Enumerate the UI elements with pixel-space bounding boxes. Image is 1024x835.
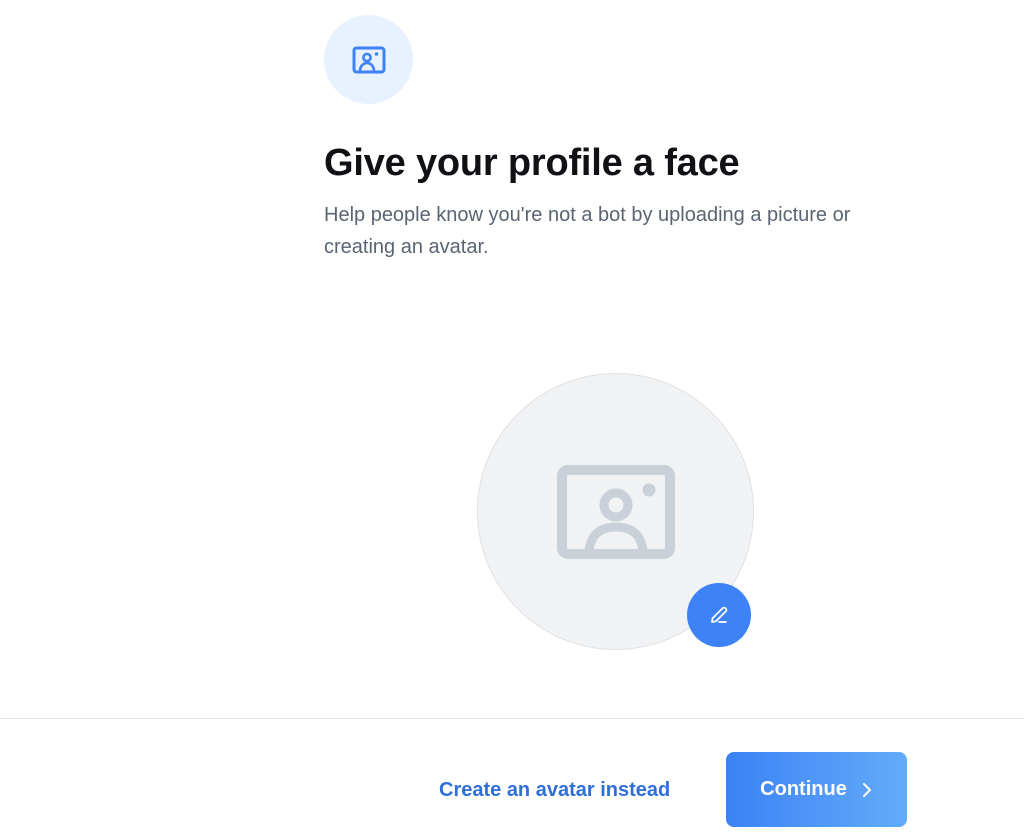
- image-portrait-icon: [556, 464, 675, 559]
- create-avatar-button[interactable]: Create an avatar instead: [439, 775, 670, 805]
- continue-button-label: Continue: [760, 778, 847, 800]
- footer-divider: [0, 718, 1024, 719]
- page-title: Give your profile a face: [324, 142, 740, 184]
- edit-avatar-button[interactable]: [687, 583, 751, 647]
- pencil-icon: [708, 604, 730, 626]
- page-subtitle: Help people know you're not a bot by upl…: [324, 204, 851, 258]
- continue-button[interactable]: Continue: [726, 752, 907, 827]
- header-badge: [324, 15, 413, 104]
- image-portrait-icon: [352, 46, 386, 74]
- onboarding-profile-photo-page: Give your profile a face Help people kno…: [0, 0, 1024, 835]
- avatar-uploader[interactable]: [477, 373, 754, 650]
- chevron-right-icon: [861, 781, 873, 799]
